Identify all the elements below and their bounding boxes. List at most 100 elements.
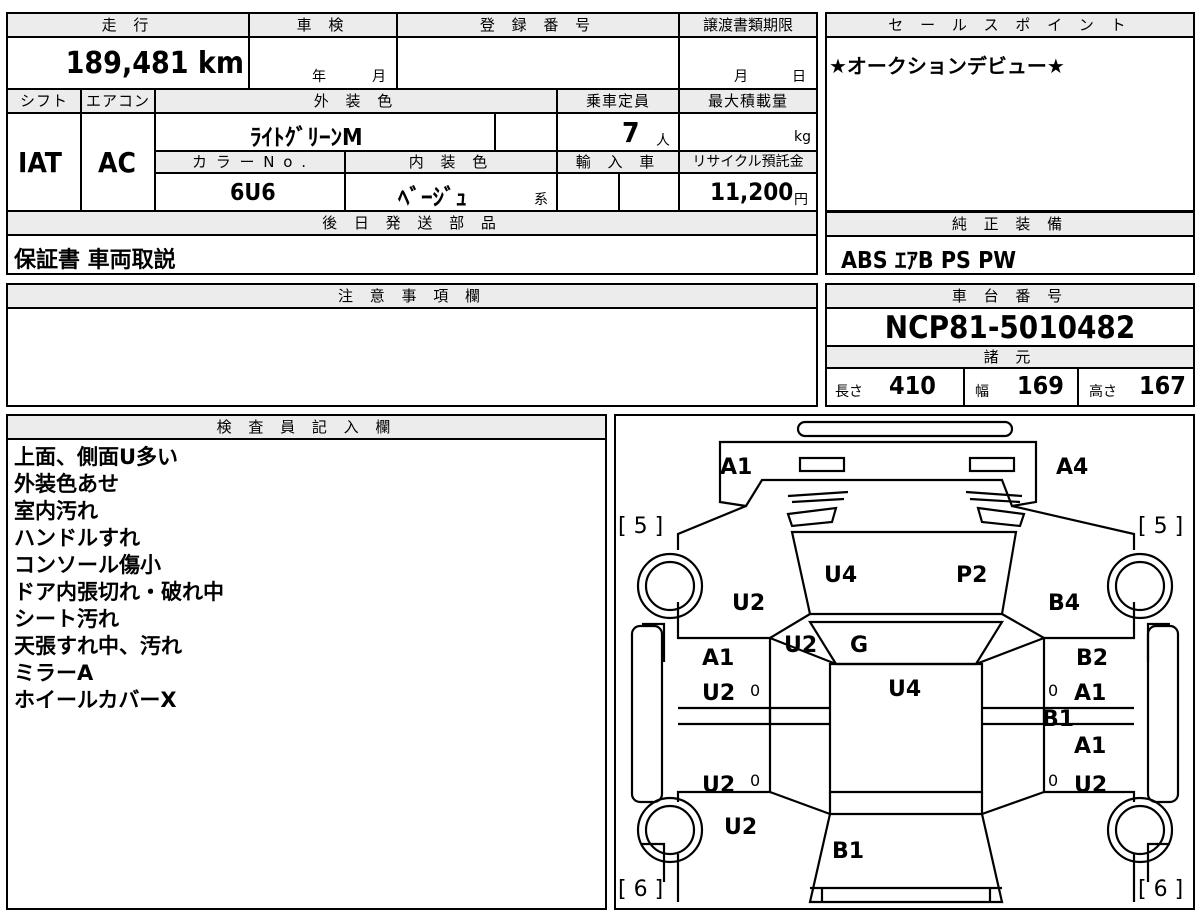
label-right-rear-door-mark: 0 bbox=[1048, 771, 1058, 790]
transfer-deadline-cell: 月 日 bbox=[680, 38, 816, 90]
label-windshield: G bbox=[850, 633, 868, 658]
max-load-unit: kg bbox=[794, 129, 811, 145]
exterior-color-value: ﾗｲﾄｸﾞﾘｰﾝM bbox=[250, 125, 363, 151]
import-header: 輸 入 車 bbox=[558, 152, 680, 174]
capacity-header: 乗車定員 bbox=[558, 90, 680, 114]
label-right-rear-door-2: U2 bbox=[1074, 773, 1107, 798]
length-value: 410 bbox=[889, 371, 936, 400]
shift-cell: IAT bbox=[8, 114, 82, 212]
height-label: 高さ bbox=[1089, 384, 1117, 400]
import-cell-1 bbox=[558, 174, 620, 212]
shift-header: シフト bbox=[8, 90, 82, 114]
vehicle-info-sheet: 走 行 車 検 登 録 番 号 譲渡書類期限 189,481 km 年 月 月 … bbox=[6, 12, 818, 275]
sales-point-header: セ ー ル ス ポ イ ン ト bbox=[827, 14, 1193, 38]
inspector-notes-box: 検 査 員 記 入 欄 上面、側面U多い 外装色あせ 室内汚れ ハンドルすれ コ… bbox=[6, 414, 607, 910]
label-left-front-door-mark: 0 bbox=[750, 681, 760, 700]
label-left-rear-door-mark: 0 bbox=[750, 771, 760, 790]
registration-header: 登 録 番 号 bbox=[398, 14, 680, 38]
recycle-cell: 11,200 円 bbox=[680, 174, 816, 212]
import-cell-2 bbox=[620, 174, 680, 212]
inspector-note-line: 上面、側面U多い bbox=[14, 445, 179, 469]
hood-vents-shape bbox=[786, 506, 1026, 528]
max-load-cell: kg bbox=[680, 114, 816, 152]
headlight-left-shape bbox=[798, 456, 846, 473]
inspector-note-line: シート汚れ bbox=[14, 607, 119, 631]
capacity-cell: 7 人 bbox=[558, 114, 680, 152]
tire-front-left-inner bbox=[644, 560, 696, 612]
interior-color-cell: ﾍﾞｰｼﾞｭ 系 bbox=[346, 174, 558, 212]
label-left-rear-door: U2 bbox=[702, 773, 735, 798]
interior-color-value: ﾍﾞｰｼﾞｭ bbox=[398, 185, 467, 211]
inspection-year-unit: 年 bbox=[312, 69, 326, 85]
width-cell: 幅 169 bbox=[965, 369, 1079, 405]
later-parts-cell: 保証書 車両取説 bbox=[8, 236, 816, 273]
interior-color-suffix: 系 bbox=[534, 192, 548, 208]
inspector-note-line: 外装色あせ bbox=[14, 472, 119, 496]
chassis-header: 車 台 番 号 bbox=[827, 285, 1193, 309]
label-tire-front-right: [ 5 ] bbox=[1138, 514, 1183, 539]
tire-front-right-inner bbox=[1114, 560, 1166, 612]
tire-rear-right-inner bbox=[1114, 804, 1166, 856]
label-right-front-door-1: B2 bbox=[1076, 646, 1108, 671]
inspection-header: 車 検 bbox=[250, 14, 398, 38]
tire-rear-left-inner bbox=[644, 804, 696, 856]
inspector-note-line: コンソール傷小 bbox=[14, 553, 161, 577]
transfer-month-unit: 月 bbox=[734, 69, 748, 85]
rear-pillars-shape bbox=[769, 790, 1045, 816]
inspection-month-unit: 月 bbox=[372, 69, 386, 85]
genuine-equipment-header: 純 正 装 備 bbox=[827, 213, 1193, 237]
genuine-equipment-text: ABS ｴｱB PS PW bbox=[841, 248, 1017, 274]
windshield-shape bbox=[808, 620, 1004, 666]
height-cell: 高さ 167 bbox=[1079, 369, 1193, 405]
length-cell: 長さ 410 bbox=[827, 369, 965, 405]
sales-point-text: ★オークションデビュー★ bbox=[829, 54, 1065, 78]
exterior-color-extra-cell bbox=[496, 114, 558, 152]
caution-header: 注 意 事 項 欄 bbox=[8, 285, 816, 309]
front-grille-shape bbox=[787, 490, 1023, 504]
label-front-left-corner: A1 bbox=[720, 455, 752, 480]
later-parts-value: 保証書 車両取説 bbox=[14, 248, 176, 273]
label-hood-right: P2 bbox=[956, 563, 987, 588]
label-front-right-corner: A4 bbox=[1056, 455, 1088, 480]
label-left-fender: U2 bbox=[732, 591, 765, 616]
transfer-deadline-header: 譲渡書類期限 bbox=[680, 14, 816, 38]
label-left-front-door-1: A1 bbox=[702, 646, 734, 671]
label-left-front-door-2: U2 bbox=[702, 681, 735, 706]
door-split-left bbox=[678, 706, 830, 726]
shift-value: IAT bbox=[18, 146, 62, 179]
tire-rear-left-shape bbox=[636, 796, 704, 864]
length-label: 長さ bbox=[835, 384, 863, 400]
tire-front-right-shape bbox=[1106, 552, 1174, 620]
color-no-value: 6U6 bbox=[230, 180, 276, 206]
color-no-cell: 6U6 bbox=[156, 174, 346, 212]
inspector-note-line: ホイールカバーX bbox=[14, 688, 177, 712]
caution-box: 注 意 事 項 欄 bbox=[6, 283, 818, 407]
car-diagram: A1 A4 [ 5 ] [ 5 ] [ 6 ] [ 6 ] U4 P2 U2 B… bbox=[618, 420, 1183, 904]
left-door-trim bbox=[642, 622, 666, 882]
chassis-number: NCP81-5010482 bbox=[884, 310, 1136, 346]
recycle-fee-unit: 円 bbox=[794, 192, 808, 208]
front-nose-shape bbox=[718, 440, 1038, 508]
label-rear-hatch: B1 bbox=[832, 839, 864, 864]
inspector-note-line: ミラーA bbox=[14, 661, 94, 685]
chassis-box: 車 台 番 号 NCP81-5010482 諸 元 長さ 410 幅 169 高… bbox=[825, 283, 1195, 407]
max-load-header: 最大積載量 bbox=[680, 90, 816, 114]
label-hood-left: U4 bbox=[824, 563, 857, 588]
genuine-equipment-box: 純 正 装 備 ABS ｴｱB PS PW bbox=[825, 211, 1195, 275]
label-right-front-door-mark: 0 bbox=[1048, 681, 1058, 700]
label-tire-rear-right: [ 6 ] bbox=[1138, 877, 1183, 902]
mileage-value: 189,481 km bbox=[65, 46, 244, 81]
tire-rear-right-shape bbox=[1106, 796, 1174, 864]
right-skirt-shape bbox=[1146, 624, 1180, 804]
color-no-header: カ ラ ー N o . bbox=[156, 152, 346, 174]
headlight-right-shape bbox=[968, 456, 1016, 473]
inspection-cell: 年 月 bbox=[250, 38, 398, 90]
exterior-color-cell: ﾗｲﾄｸﾞﾘｰﾝM bbox=[156, 114, 496, 152]
label-tire-rear-left: [ 6 ] bbox=[618, 877, 663, 902]
recycle-header: リサイクル預託金 bbox=[680, 152, 816, 174]
width-value: 169 bbox=[1017, 371, 1064, 400]
label-roof: U4 bbox=[888, 677, 921, 702]
inspector-note-line: ハンドルすれ bbox=[14, 526, 140, 550]
label-right-front-door-2: A1 bbox=[1074, 681, 1106, 706]
capacity-unit: 人 bbox=[656, 133, 670, 149]
